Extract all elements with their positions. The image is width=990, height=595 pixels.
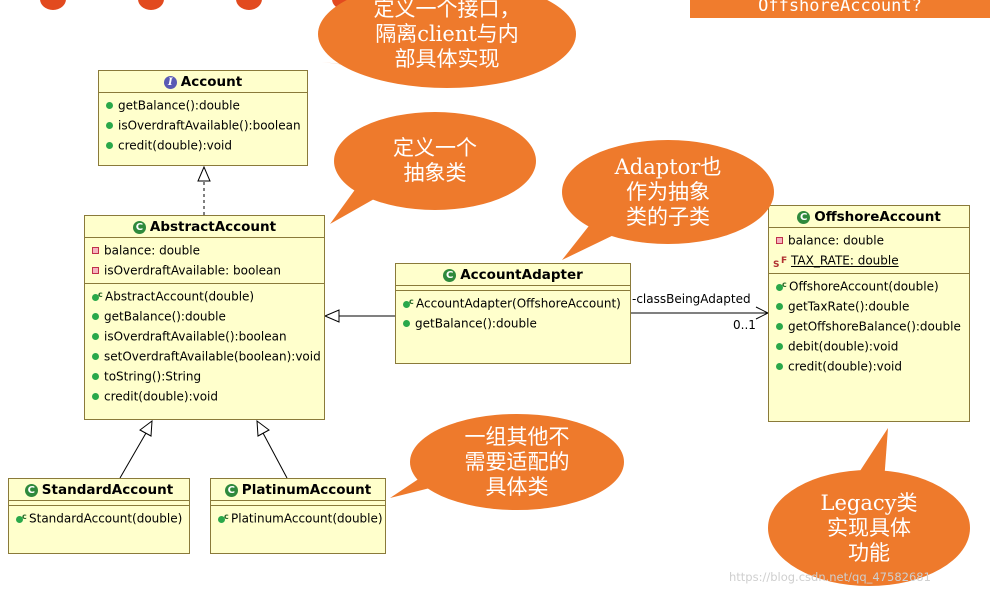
callout-text: Legacy类 实现具体 功能 (820, 490, 918, 565)
callout-legacy: Legacy类 实现具体 功能 (768, 470, 970, 586)
callout-abstract: 定义一个 抽象类 (334, 112, 536, 210)
callout-text: 定义一个 抽象类 (393, 136, 477, 185)
watermark: https://blog.csdn.net/qq_47582681 (729, 570, 931, 584)
callout-others: 一组其他不 需要适配的 具体类 (410, 414, 624, 510)
callout-adaptor: Adaptor也 作为抽象 类的子类 (562, 140, 774, 244)
callout-text: 一组其他不 需要适配的 具体类 (464, 424, 570, 499)
uml-diagram: OffshoreAccount? I Account getBalance():d… (0, 0, 990, 595)
callout-text: 定义一个接口， 隔离client与内 部具体实现 (373, 0, 521, 71)
callout-text: Adaptor也 作为抽象 类的子类 (614, 154, 722, 229)
